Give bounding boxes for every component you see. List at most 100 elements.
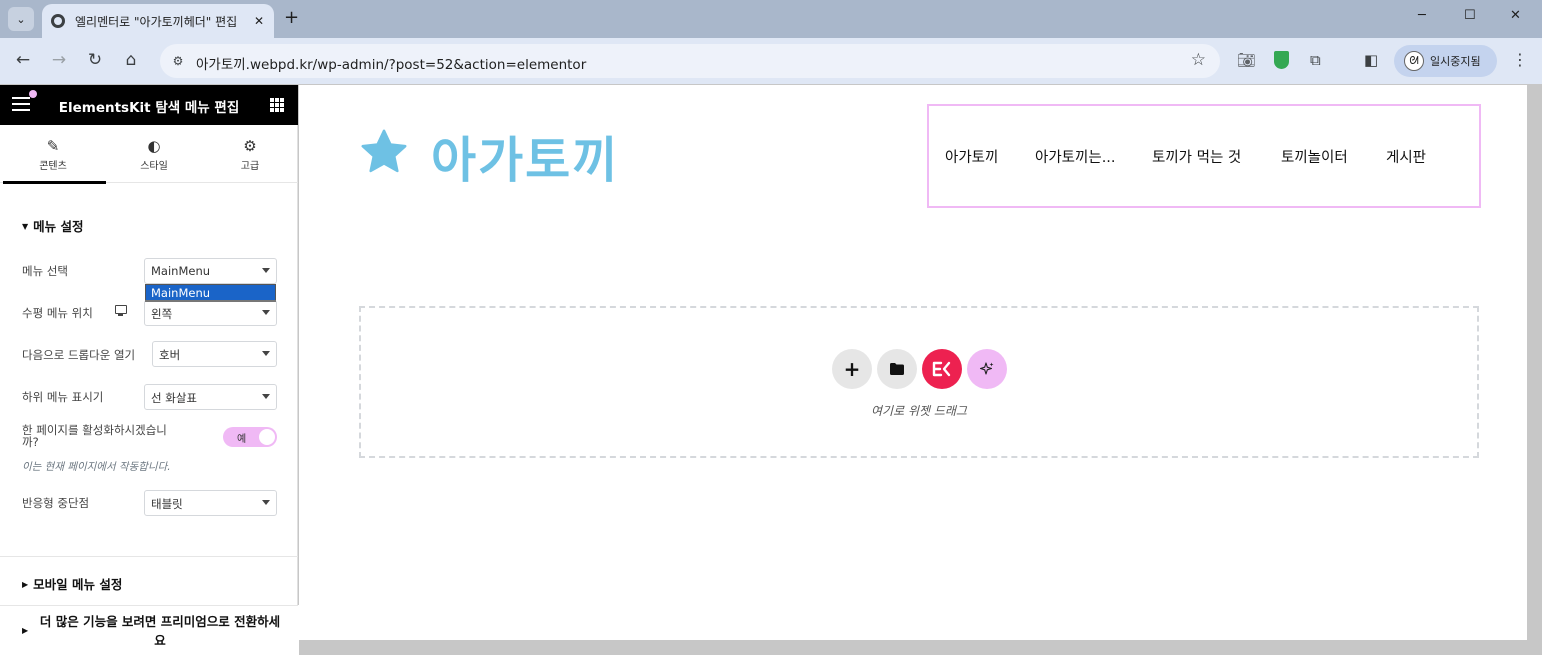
elementskit-button[interactable] — [922, 349, 962, 389]
browser-toolbar: ← → ↻ ⌂ ⚙ 아가토끼.webpd.kr/wp-admin/?post=5… — [0, 38, 1542, 84]
address-bar[interactable]: ⚙ 아가토끼.webpd.kr/wp-admin/?post=52&action… — [160, 44, 1220, 78]
forward-arrow-icon[interactable]: → — [48, 50, 70, 70]
template-library-button[interactable] — [877, 349, 917, 389]
one-page-label: 한 페이지를 활성화하시겠습니까? — [22, 423, 167, 449]
toggle-knob — [259, 429, 275, 445]
panel-header: ElementsKit 탐색 메뉴 편집 — [0, 85, 298, 125]
folder-icon — [890, 363, 904, 375]
breakpoint-value: 태블릿 — [151, 497, 183, 511]
reload-icon[interactable]: ↻ — [84, 50, 106, 70]
tab-content-label: 콘텐츠 — [39, 161, 67, 172]
back-arrow-icon[interactable]: ← — [12, 50, 34, 70]
tab-advanced[interactable]: ⚙ 고급 — [200, 125, 300, 183]
contrast-icon: ◐ — [147, 137, 161, 155]
menu-select-value: MainMenu — [151, 264, 211, 278]
new-tab-button[interactable]: + — [284, 7, 299, 28]
tab-search-button[interactable]: ⌄ — [8, 7, 34, 31]
window-right-edge — [1527, 85, 1542, 655]
shield-icon[interactable] — [1274, 51, 1289, 69]
nav-item[interactable]: 아가토끼 — [945, 146, 998, 167]
dropdown-list-border — [145, 300, 276, 302]
gear-icon: ⚙ — [243, 137, 257, 155]
tab-content[interactable]: ✎ 콘텐츠 — [3, 125, 106, 184]
window-bottom-edge — [299, 640, 1542, 655]
tab-advanced-label: 고급 — [240, 161, 260, 172]
menu-dropdown-option[interactable]: MainMenu — [145, 284, 276, 301]
nav-item[interactable]: 토끼놀이터 — [1281, 146, 1348, 167]
tab-style[interactable]: ◐ 스타일 — [104, 125, 204, 183]
nav-menu-widget[interactable]: 아가토끼 아가토끼는... 토끼가 먹는 것 토끼놀이터 게시판 — [927, 104, 1481, 208]
close-window-button[interactable]: ✕ — [1510, 8, 1521, 23]
section-mobile-label: 모바일 메뉴 설정 — [33, 577, 123, 592]
panel-title: ElementsKit 탐색 메뉴 편집 — [58, 100, 240, 116]
tab-style-label: 스타일 — [140, 161, 168, 172]
browser-tab-bar: ⌄ 엘리멘터로 "아가토끼헤더" 편집 ✕ + ─ ☐ ✕ — [0, 0, 1542, 38]
camera-icon[interactable]: 📷︎ — [1237, 51, 1256, 69]
plus-icon: + — [843, 357, 861, 381]
section-menu-settings-label: 메뉴 설정 — [33, 219, 84, 234]
dropdown-arrow-icon — [262, 394, 270, 399]
dropdown-arrow-icon — [262, 500, 270, 505]
caret-right-icon: ▶ — [22, 626, 29, 635]
widget-drop-zone[interactable]: + 여기로 위젯 드래그 — [359, 306, 1479, 458]
ai-assistant-button[interactable] — [967, 349, 1007, 389]
site-logo-text[interactable]: 아가토끼 — [431, 121, 619, 192]
submenu-indicator-value: 선 화살표 — [151, 391, 197, 405]
tab-close-icon[interactable]: ✕ — [254, 14, 264, 28]
home-icon[interactable]: ⌂ — [120, 50, 142, 70]
horizontal-position-label: 수평 메뉴 위치 — [22, 306, 93, 320]
dropdown-arrow-icon — [262, 310, 270, 315]
dropdown-arrow-icon — [262, 268, 270, 273]
elementskit-icon — [932, 361, 951, 377]
caret-down-icon: ▼ — [22, 222, 29, 231]
one-page-note: 이는 현재 페이지에서 작동합니다. — [22, 461, 171, 473]
sparkle-icon — [979, 362, 994, 375]
premium-promo-section[interactable]: ▶ 더 많은 기능을 보려면 프리미엄으로 전환하세요 — [0, 605, 312, 655]
dropdown-arrow-icon — [262, 351, 270, 356]
rabbit-avatar-icon: ᘛ — [1404, 51, 1424, 71]
extensions-puzzle-icon[interactable]: ⧉ — [1310, 51, 1321, 69]
widgets-grid-icon[interactable] — [270, 98, 284, 112]
breakpoint-select[interactable]: 태블릿 — [144, 490, 277, 516]
dropdown-open-label: 다음으로 드롭다운 열기 — [22, 348, 136, 362]
pencil-icon: ✎ — [46, 137, 60, 155]
side-panel-icon[interactable]: ◧ — [1364, 51, 1378, 69]
add-section-button[interactable]: + — [832, 349, 872, 389]
nav-item[interactable]: 게시판 — [1386, 146, 1426, 167]
drop-zone-text: 여기로 위젯 드래그 — [871, 404, 967, 418]
star-icon — [361, 129, 407, 173]
editor-canvas: 아가토끼 아가토끼 아가토끼는... 토끼가 먹는 것 토끼놀이터 게시판 + — [299, 85, 1527, 640]
caret-right-icon: ▶ — [22, 580, 29, 589]
maximize-button[interactable]: ☐ — [1464, 8, 1476, 23]
elementor-panel: ElementsKit 탐색 메뉴 편집 ✎ 콘텐츠 ◐ 스타일 ⚙ 고급 ▼ 메… — [0, 85, 298, 655]
dropdown-open-select[interactable]: 호버 — [152, 341, 277, 367]
profile-button[interactable]: ᘛ 일시중지됨 — [1394, 45, 1497, 77]
desktop-monitor-icon[interactable] — [115, 305, 127, 316]
nav-item[interactable]: 토끼가 먹는 것 — [1152, 146, 1241, 167]
minimize-button[interactable]: ─ — [1418, 8, 1426, 23]
breakpoint-label: 반응형 중단점 — [22, 496, 90, 510]
section-menu-settings[interactable]: ▼ 메뉴 설정 — [22, 216, 84, 235]
browser-tab[interactable]: 엘리멘터로 "아가토끼헤더" 편집 ✕ — [42, 4, 274, 38]
chevron-down-icon: ⌄ — [16, 12, 26, 26]
profile-label: 일시중지됨 — [1430, 55, 1481, 68]
menu-select[interactable]: MainMenu — [144, 258, 277, 284]
bookmark-star-icon[interactable]: ☆ — [1191, 50, 1206, 70]
nav-item[interactable]: 아가토끼는... — [1035, 146, 1116, 167]
site-info-icon[interactable]: ⚙ — [168, 51, 188, 71]
submenu-indicator-label: 하위 메뉴 표시기 — [22, 390, 104, 404]
one-page-toggle[interactable]: 예 — [223, 427, 277, 447]
toggle-text: 예 — [237, 434, 247, 445]
panel-tabs: ✎ 콘텐츠 ◐ 스타일 ⚙ 고급 — [0, 125, 300, 184]
more-menu-icon[interactable]: ⋮ — [1512, 50, 1528, 69]
globe-icon — [51, 14, 65, 28]
section-mobile-menu[interactable]: ▶ 모바일 메뉴 설정 — [22, 574, 122, 593]
url-text[interactable]: 아가토끼.webpd.kr/wp-admin/?post=52&action=e… — [196, 53, 586, 73]
horizontal-position-select[interactable]: 왼쪽 — [144, 300, 277, 326]
tab-title: 엘리멘터로 "아가토끼헤더" 편집 — [75, 14, 238, 29]
horizontal-position-value: 왼쪽 — [151, 307, 173, 321]
menu-select-label: 메뉴 선택 — [22, 264, 68, 278]
submenu-indicator-select[interactable]: 선 화살표 — [144, 384, 277, 410]
premium-promo-text: 더 많은 기능을 보려면 프리미엄으로 전환하세요 — [39, 614, 281, 648]
dropdown-open-value: 호버 — [159, 348, 181, 362]
